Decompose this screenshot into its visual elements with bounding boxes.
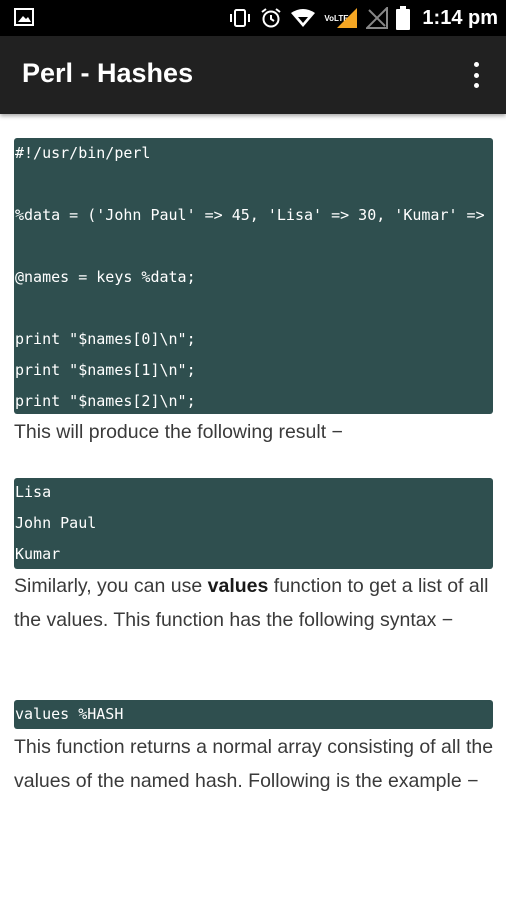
code-block-example: #!/usr/bin/perl %data = ('John Paul' => … <box>14 138 493 414</box>
code-line: Lisa <box>15 483 52 501</box>
volte-signal-icon: VoLTE <box>324 7 358 29</box>
paragraph-text: Similarly, you can use <box>14 575 208 597</box>
menu-dot <box>473 83 479 88</box>
keyword-values: values <box>207 575 269 597</box>
overflow-menu-icon[interactable] <box>464 60 488 90</box>
code-line: %data = ('John Paul' => 45, 'Lisa' => 30… <box>15 206 493 224</box>
code-line: values %HASH <box>15 705 124 723</box>
vibrate-icon <box>230 9 251 27</box>
code-block-output: Lisa John Paul Kumar <box>14 478 493 569</box>
code-block-syntax: values %HASH <box>14 700 493 729</box>
app-bar: Perl - Hashes <box>0 36 506 114</box>
image-icon <box>14 8 34 26</box>
code-line: print "$names[1]\n"; <box>15 361 196 379</box>
menu-dot <box>473 62 479 67</box>
alarm-icon <box>261 8 282 28</box>
code-line: @names = keys %data; <box>15 268 196 286</box>
code-line: #!/usr/bin/perl <box>15 144 151 162</box>
status-bar: VoLTE 1:14 pm <box>0 0 506 36</box>
code-line: print "$names[0]\n"; <box>15 330 196 348</box>
wifi-icon <box>291 9 316 27</box>
code-line: Kumar <box>15 545 61 563</box>
signal-empty-icon <box>366 7 389 29</box>
code-line: John Paul <box>15 514 97 532</box>
page-title: Perl - Hashes <box>22 58 194 88</box>
paragraph-result-intro: This will produce the following result − <box>14 421 343 443</box>
paragraph-values-description: This function returns a normal array con… <box>14 736 494 792</box>
paragraph-values-function: Similarly, you can use values function t… <box>14 569 494 637</box>
battery-icon <box>396 6 411 30</box>
menu-dot <box>473 72 479 78</box>
code-line: print "$names[2]\n"; <box>15 392 196 410</box>
clock-time: 1:14 pm <box>422 6 498 29</box>
